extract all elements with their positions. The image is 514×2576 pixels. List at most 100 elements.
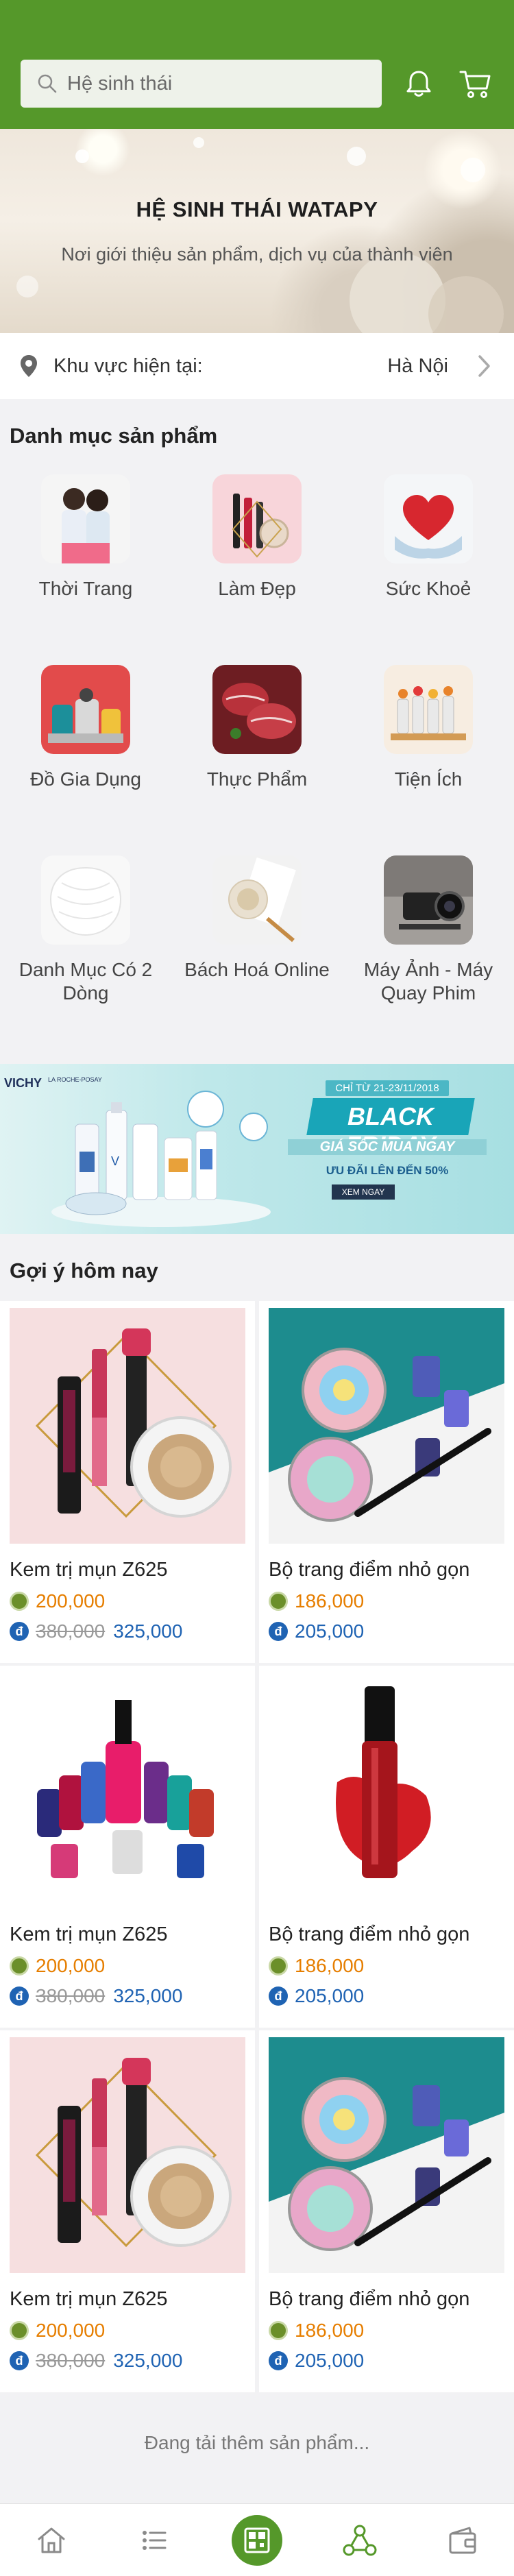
category-may-anh-may-quay-phim[interactable]: Máy Ảnh - Máy Quay Phim bbox=[346, 855, 511, 1005]
price-dong: 205,000 bbox=[295, 1985, 365, 2006]
watapy-coin-icon bbox=[10, 1956, 29, 1976]
price-dong: 205,000 bbox=[295, 2350, 365, 2371]
search-placeholder: Hệ sinh thái bbox=[67, 72, 173, 95]
search-icon bbox=[38, 74, 57, 93]
category-label: Đồ Gia Dụng bbox=[30, 768, 141, 790]
product-name: Kem trị mụn Z625 bbox=[10, 2288, 168, 2310]
fashion-category-image bbox=[41, 474, 130, 563]
promo-tagline: GIÁ SỐC MUA NGAY bbox=[288, 1139, 487, 1155]
price-watapy: 200,000 bbox=[36, 1590, 106, 1612]
nav-home[interactable] bbox=[0, 2504, 103, 2576]
home-icon bbox=[38, 2527, 65, 2553]
health-category-image bbox=[384, 474, 473, 563]
product-card[interactable]: Bộ trang điểm nhỏ gọn 186,000 đ 205,000 bbox=[259, 2030, 514, 2392]
dong-price: đ 205,000 bbox=[269, 2350, 364, 2372]
categories-heading: Danh mục sản phẩm bbox=[10, 424, 218, 448]
nav-wallet[interactable] bbox=[411, 2504, 514, 2576]
category-lam-dep[interactable]: Làm Đẹp bbox=[175, 474, 339, 600]
location-label: Khu vực hiện tại: bbox=[53, 354, 203, 377]
price-dong: 205,000 bbox=[295, 1620, 365, 1642]
ecosystem-banner: HỆ SINH THÁI WATAPY Nơi giới thiệu sản p… bbox=[0, 129, 514, 333]
nav-list[interactable] bbox=[103, 2504, 206, 2576]
category-label: Bách Hoá Online bbox=[184, 959, 330, 980]
dong-coin-icon: đ bbox=[269, 1622, 288, 1641]
watapy-price: 186,000 bbox=[269, 2320, 364, 2342]
product-name: Kem trị mụn Z625 bbox=[10, 1559, 168, 1581]
dong-coin-icon: đ bbox=[269, 2351, 288, 2370]
utilities-category-image bbox=[384, 665, 473, 754]
category-label: Máy Ảnh - Máy Quay Phim bbox=[363, 959, 493, 1004]
category-label: Sức Khoẻ bbox=[385, 578, 472, 599]
watapy-coin-icon bbox=[269, 2321, 288, 2340]
category-label: Thực Phẩm bbox=[206, 768, 308, 790]
category-danh-muc-co-2-dong[interactable]: Danh Mục Có 2 Dòng bbox=[3, 855, 168, 1005]
list-icon bbox=[143, 2531, 167, 2550]
two-line-category-image bbox=[41, 855, 130, 945]
dong-coin-icon: đ bbox=[269, 1986, 288, 2006]
product-image-makeup-set bbox=[10, 2037, 245, 2273]
old-price: 380,000 bbox=[36, 1985, 106, 2006]
price-watapy: 200,000 bbox=[36, 1955, 106, 1976]
category-bach-hoa-online[interactable]: Bách Hoá Online bbox=[175, 855, 339, 982]
category-do-gia-dung[interactable]: Đồ Gia Dụng bbox=[3, 665, 168, 791]
product-card[interactable]: Bộ trang điểm nhỏ gọn 186,000 đ 205,000 bbox=[259, 1301, 514, 1663]
beauty-category-image bbox=[212, 474, 302, 563]
category-thuc-pham[interactable]: Thực Phẩm bbox=[175, 665, 339, 791]
bottom-navigation bbox=[0, 2503, 514, 2576]
price-watapy: 186,000 bbox=[295, 1955, 365, 1976]
price-watapy: 186,000 bbox=[295, 1590, 365, 1612]
camera-category-image bbox=[384, 855, 473, 945]
product-image-liquid-lipstick bbox=[269, 1673, 504, 1908]
grocery-category-image bbox=[212, 855, 302, 945]
wallet-icon bbox=[449, 2527, 476, 2554]
product-name: Bộ trang điểm nhỏ gọn bbox=[269, 2288, 470, 2310]
dong-coin-icon: đ bbox=[10, 1986, 29, 2006]
cart-icon[interactable] bbox=[456, 65, 493, 102]
food-category-image bbox=[212, 665, 302, 754]
product-card[interactable]: Kem trị mụn Z625 200,000 đ 380,000 325,0… bbox=[0, 1301, 255, 1663]
product-name: Bộ trang điểm nhỏ gọn bbox=[269, 1923, 470, 1945]
watapy-price: 186,000 bbox=[269, 1590, 364, 1612]
old-price: 380,000 bbox=[36, 2350, 106, 2371]
watapy-price: 200,000 bbox=[10, 2320, 105, 2342]
product-card[interactable]: Bộ trang điểm nhỏ gọn 186,000 đ 205,000 bbox=[259, 1666, 514, 2028]
search-bar[interactable]: Hệ sinh thái bbox=[21, 60, 382, 108]
watapy-price: 186,000 bbox=[269, 1955, 364, 1977]
location-pin-icon bbox=[21, 355, 37, 377]
location-row[interactable]: Khu vực hiện tại: Hà Nội bbox=[0, 333, 514, 399]
price-watapy: 200,000 bbox=[36, 2320, 106, 2341]
watapy-coin-icon bbox=[10, 2321, 29, 2340]
dong-coin-icon: đ bbox=[10, 2351, 29, 2370]
promo-brand: VICHY bbox=[4, 1076, 42, 1090]
watapy-price: 200,000 bbox=[10, 1590, 105, 1612]
nav-network[interactable] bbox=[308, 2504, 411, 2576]
category-tien-ich[interactable]: Tiện Ích bbox=[346, 665, 511, 791]
nav-scan[interactable] bbox=[206, 2504, 308, 2576]
dong-price: đ 205,000 bbox=[269, 1985, 364, 2007]
product-name: Kem trị mụn Z625 bbox=[10, 1923, 168, 1945]
dong-price: đ 380,000 325,000 bbox=[10, 1620, 182, 1642]
skincare-products-image: V bbox=[51, 1091, 271, 1227]
category-thoi-trang[interactable]: Thời Trang bbox=[3, 474, 168, 600]
scan-icon bbox=[232, 2515, 282, 2566]
price-dong: 325,000 bbox=[113, 2350, 183, 2371]
promo-banner[interactable]: VICHY LA ROCHE-POSAY V CHỈ TỪ 21-23/11/2… bbox=[0, 1064, 514, 1234]
product-card[interactable]: Kem trị mụn Z625 200,000 đ 380,000 325,0… bbox=[0, 1666, 255, 2028]
loading-more-text: Đang tải thêm sản phẩm... bbox=[144, 2432, 370, 2453]
dong-price: đ 380,000 325,000 bbox=[10, 1985, 182, 2007]
price-watapy: 186,000 bbox=[295, 2320, 365, 2341]
promo-cta-button[interactable]: XEM NGAY bbox=[332, 1184, 395, 1200]
banner-title: HỆ SINH THÁI WATAPY bbox=[136, 197, 378, 221]
product-image-makeup-set bbox=[10, 1308, 245, 1544]
household-category-image bbox=[41, 665, 130, 754]
product-image-nail-polish bbox=[10, 1673, 245, 1908]
category-label: Tiện Ích bbox=[394, 768, 463, 790]
product-card[interactable]: Kem trị mụn Z625 200,000 đ 380,000 325,0… bbox=[0, 2030, 255, 2392]
watapy-coin-icon bbox=[269, 1956, 288, 1976]
watapy-price: 200,000 bbox=[10, 1955, 105, 1977]
bell-icon[interactable] bbox=[400, 65, 437, 102]
category-suc-khoe[interactable]: Sức Khoẻ bbox=[346, 474, 511, 600]
watapy-coin-icon bbox=[10, 1592, 29, 1611]
promo-brand-2: LA ROCHE-POSAY bbox=[48, 1076, 102, 1083]
svg-text:V: V bbox=[111, 1154, 119, 1168]
